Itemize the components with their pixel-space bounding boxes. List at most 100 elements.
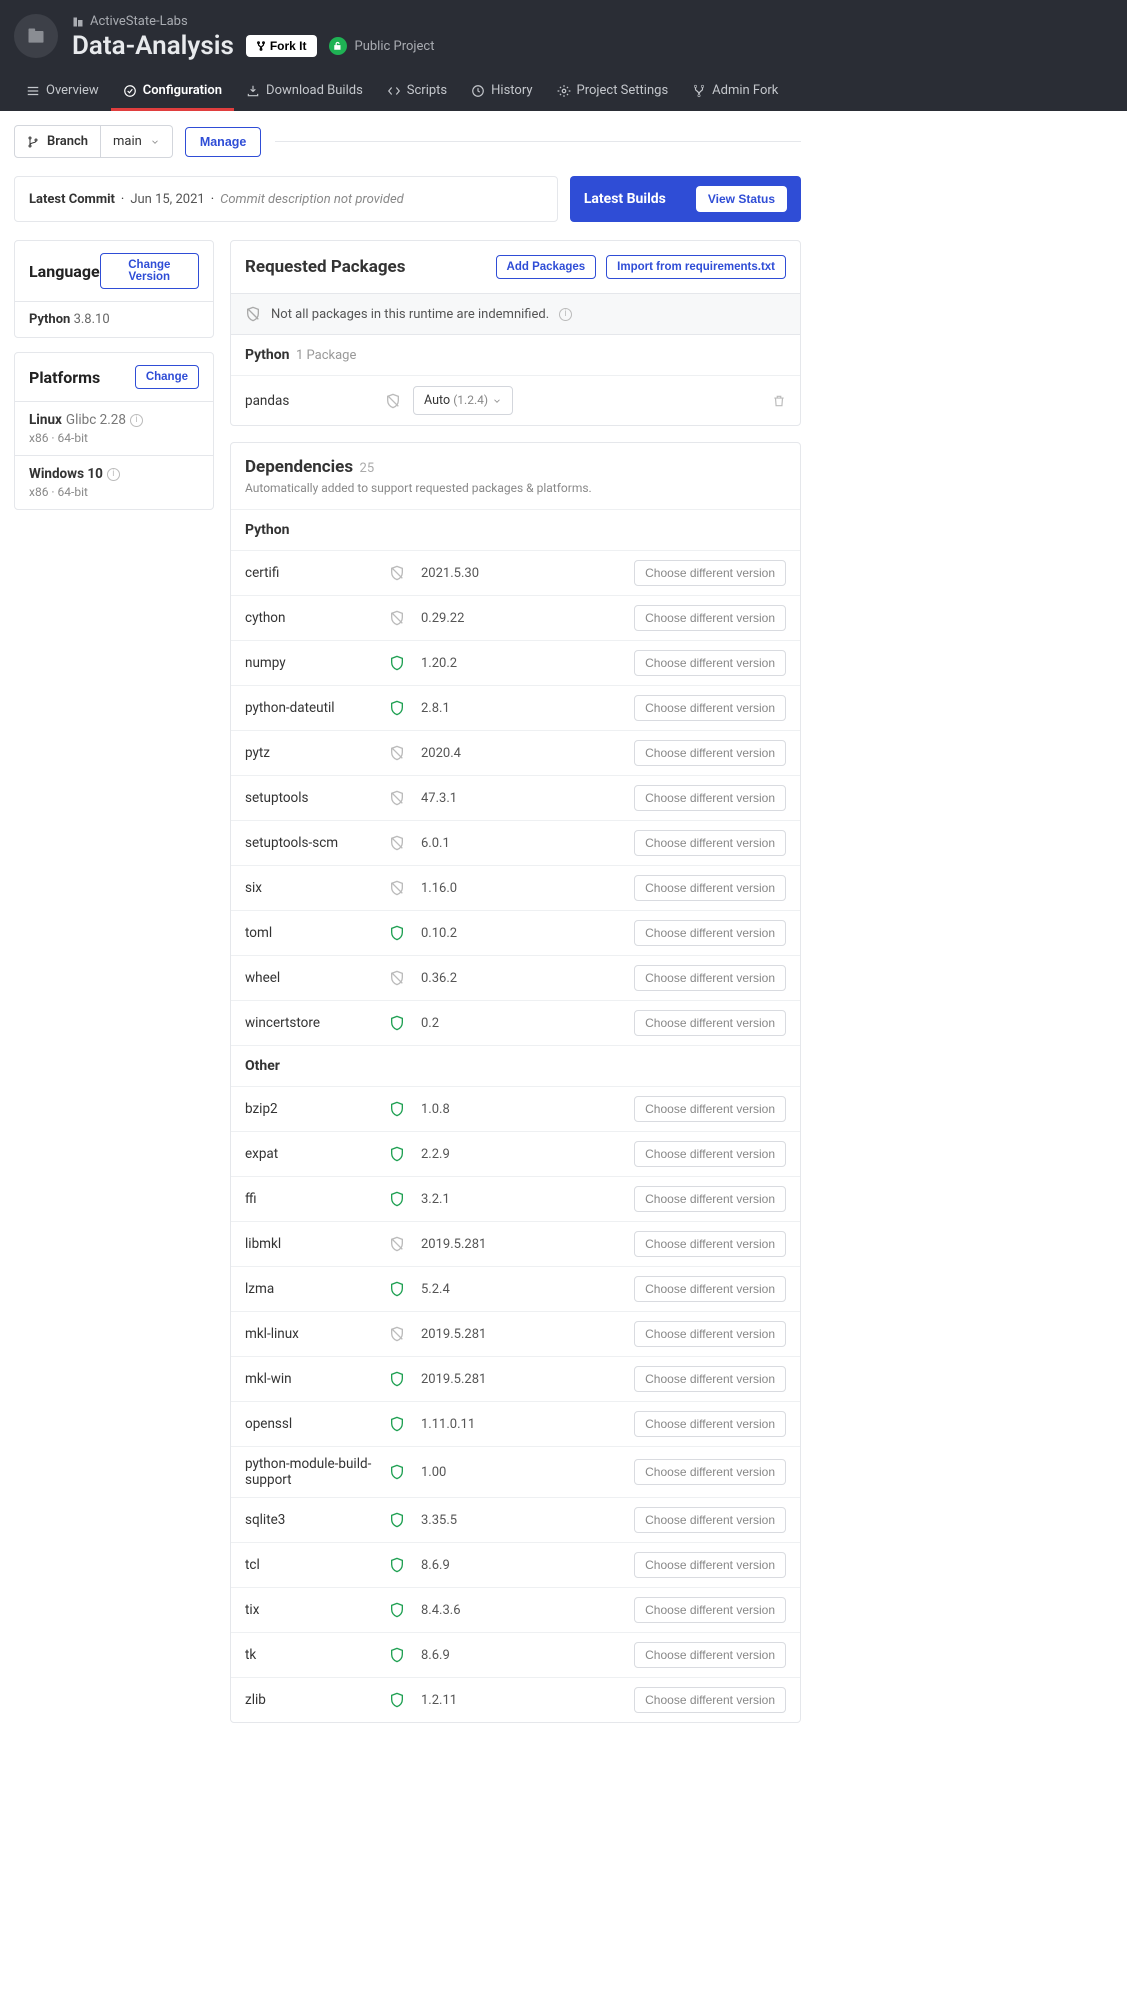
dependency-name: wincertstore (245, 1015, 373, 1031)
choose-version-button[interactable]: Choose different version (634, 1366, 786, 1392)
tab-download[interactable]: Download Builds (234, 73, 375, 111)
dependency-version: 2.2.9 (421, 1147, 450, 1162)
dependency-name: python-module-build-support (245, 1456, 373, 1488)
dependency-version: 2020.4 (421, 746, 461, 761)
dependency-row: sqlite33.35.5Choose different version (231, 1497, 800, 1542)
tab-history[interactable]: History (459, 73, 544, 111)
choose-version-button[interactable]: Choose different version (634, 605, 786, 631)
tab-adminfork[interactable]: Admin Fork (680, 73, 790, 111)
shield-icon (389, 925, 405, 941)
dependency-version: 2019.5.281 (421, 1372, 486, 1387)
dependency-row: python-module-build-support1.00Choose di… (231, 1446, 800, 1497)
choose-version-button[interactable]: Choose different version (634, 1231, 786, 1257)
choose-version-button[interactable]: Choose different version (634, 1276, 786, 1302)
settings-icon (557, 84, 571, 98)
dependency-version: 3.2.1 (421, 1192, 450, 1207)
dependency-name: ffi (245, 1191, 373, 1207)
chevron-down-icon (150, 137, 160, 147)
folder-icon (26, 26, 46, 46)
dependency-section-label: Other (231, 1045, 800, 1086)
shield-off-icon (389, 1326, 405, 1342)
change-version-button[interactable]: Change Version (100, 253, 199, 289)
dependency-name: six (245, 880, 373, 896)
info-icon[interactable]: i (130, 414, 143, 427)
import-requirements-button[interactable]: Import from requirements.txt (606, 255, 786, 279)
shield-icon (389, 1371, 405, 1387)
choose-version-button[interactable]: Choose different version (634, 1186, 786, 1212)
dependency-row: lzma5.2.4Choose different version (231, 1266, 800, 1311)
dependency-version: 8.6.9 (421, 1648, 450, 1663)
fork-button[interactable]: Fork It (246, 35, 317, 57)
tab-scripts[interactable]: Scripts (375, 73, 459, 111)
dependency-row: mkl-win2019.5.281Choose different versio… (231, 1356, 800, 1401)
dependency-name: tcl (245, 1557, 373, 1573)
dependency-section-label: Python (231, 509, 800, 550)
info-icon[interactable]: i (107, 468, 120, 481)
org-avatar[interactable] (14, 14, 58, 58)
info-icon[interactable]: i (559, 308, 572, 321)
dependency-version: 0.10.2 (421, 926, 457, 941)
dependencies-card: Dependencies 25 Automatically added to s… (230, 442, 801, 1723)
package-name: pandas (245, 393, 373, 409)
requested-packages-card: Requested Packages Add Packages Import f… (230, 240, 801, 426)
visibility-badge: Public Project (329, 37, 435, 55)
platform-item: Windows 10 ix86 · 64-bit (15, 455, 213, 509)
choose-version-button[interactable]: Choose different version (634, 695, 786, 721)
choose-version-button[interactable]: Choose different version (634, 740, 786, 766)
add-packages-button[interactable]: Add Packages (496, 255, 597, 279)
shield-off-icon (389, 970, 405, 986)
trash-icon[interactable] (772, 394, 786, 408)
dependency-name: tix (245, 1602, 373, 1618)
choose-version-button[interactable]: Choose different version (634, 1096, 786, 1122)
dependency-name: python-dateutil (245, 700, 373, 716)
choose-version-button[interactable]: Choose different version (634, 920, 786, 946)
dependency-row: pytz 2020.4 Choose different version (231, 730, 800, 775)
choose-version-button[interactable]: Choose different version (634, 1597, 786, 1623)
change-platforms-button[interactable]: Change (135, 365, 199, 389)
history-icon (471, 84, 485, 98)
shield-off-icon (389, 610, 405, 626)
branch-label-box: Branch (14, 125, 101, 158)
dependency-version: 1.11.0.11 (421, 1417, 475, 1432)
shield-off-icon (389, 880, 405, 896)
dependency-name: pytz (245, 745, 373, 761)
choose-version-button[interactable]: Choose different version (634, 1141, 786, 1167)
dependency-version: 3.35.5 (421, 1513, 457, 1528)
choose-version-button[interactable]: Choose different version (634, 875, 786, 901)
choose-version-button[interactable]: Choose different version (634, 1010, 786, 1036)
unlock-icon (329, 37, 347, 55)
manage-branches-button[interactable]: Manage (185, 127, 262, 157)
choose-version-button[interactable]: Choose different version (634, 1642, 786, 1668)
dependency-version: 1.2.11 (421, 1693, 457, 1708)
view-status-button[interactable]: View Status (696, 186, 787, 212)
dependency-version: 0.29.22 (421, 611, 464, 626)
tab-settings[interactable]: Project Settings (545, 73, 681, 111)
branch-icon (27, 136, 39, 148)
tab-overview[interactable]: Overview (14, 73, 111, 111)
dependency-row: toml0.10.2Choose different version (231, 910, 800, 955)
dependency-version: 5.2.4 (421, 1282, 450, 1297)
choose-version-button[interactable]: Choose different version (634, 1459, 786, 1485)
version-select[interactable]: Auto (1.2.4) (413, 386, 513, 415)
latest-commit-box[interactable]: Latest Commit · Jun 15, 2021 · Commit de… (14, 176, 558, 222)
choose-version-button[interactable]: Choose different version (634, 1411, 786, 1437)
dependency-row: setuptools47.3.1Choose different version (231, 775, 800, 820)
shield-icon (389, 1647, 405, 1663)
branch-dropdown[interactable]: main (101, 125, 173, 158)
shield-off-icon (389, 1236, 405, 1252)
dependency-row: bzip21.0.8Choose different version (231, 1086, 800, 1131)
org-name[interactable]: ActiveState-Labs (90, 14, 188, 29)
choose-version-button[interactable]: Choose different version (634, 650, 786, 676)
dependency-version: 47.3.1 (421, 791, 457, 806)
choose-version-button[interactable]: Choose different version (634, 1552, 786, 1578)
choose-version-button[interactable]: Choose different version (634, 560, 786, 586)
tab-configuration[interactable]: Configuration (111, 73, 234, 111)
shield-icon (389, 1281, 405, 1297)
platforms-card: Platforms Change Linux Glibc 2.28 ix86 ·… (14, 352, 214, 510)
choose-version-button[interactable]: Choose different version (634, 1321, 786, 1347)
choose-version-button[interactable]: Choose different version (634, 830, 786, 856)
choose-version-button[interactable]: Choose different version (634, 1687, 786, 1713)
choose-version-button[interactable]: Choose different version (634, 965, 786, 991)
choose-version-button[interactable]: Choose different version (634, 785, 786, 811)
choose-version-button[interactable]: Choose different version (634, 1507, 786, 1533)
